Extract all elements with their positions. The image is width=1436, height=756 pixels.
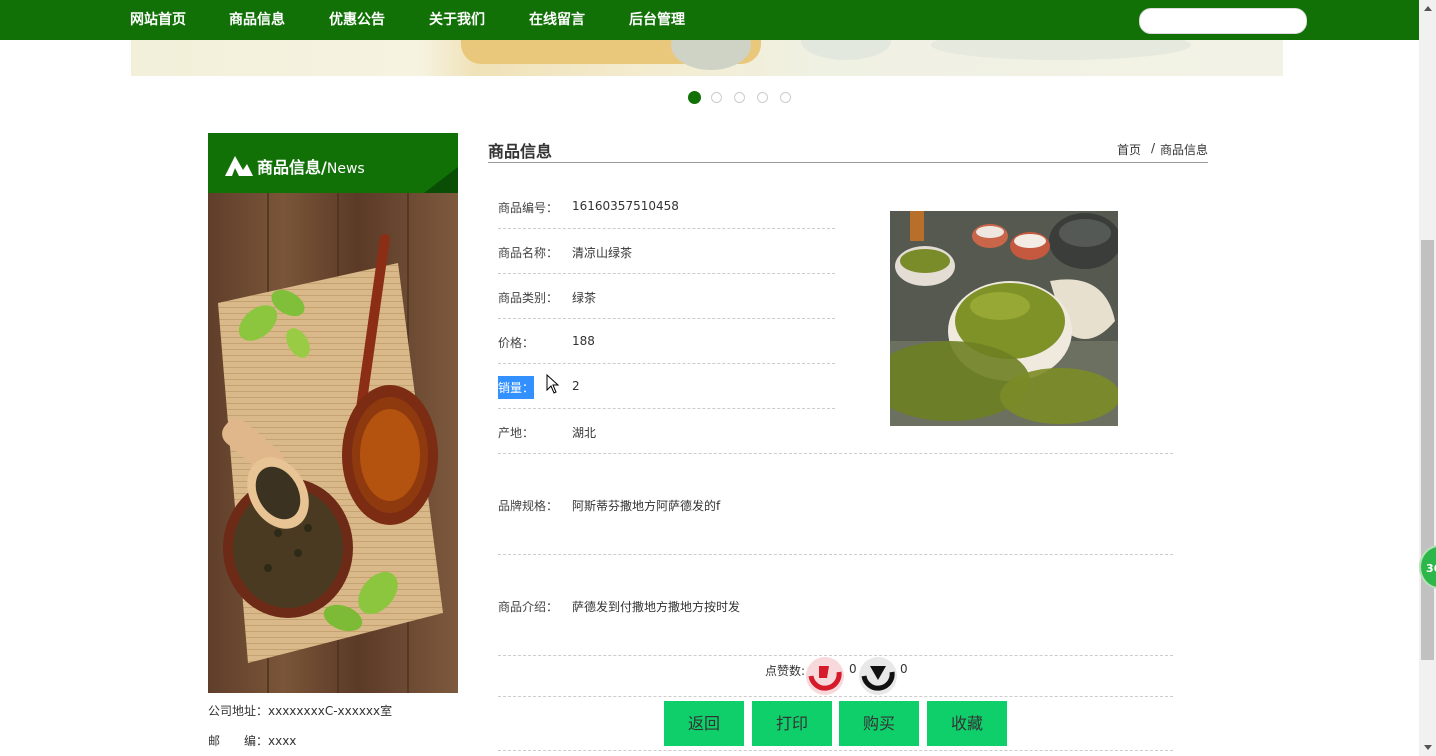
field-value-intro: 萨德发到付撒地方撒地方按时发	[572, 600, 741, 614]
sidebar-tea-image	[208, 193, 458, 693]
nav-about-us[interactable]: 关于我们	[429, 0, 485, 40]
scroll-up-arrow-icon[interactable]	[1424, 6, 1432, 11]
print-button[interactable]: 打印	[752, 701, 832, 746]
nav-admin[interactable]: 后台管理	[629, 0, 685, 40]
field-value-spec: 阿斯蒂芬撒地方阿萨德发的f	[572, 499, 721, 513]
likes-label: 点赞数:	[765, 664, 806, 678]
field-value-sales: 2	[572, 379, 580, 393]
field-label-product-name: 商品名称：	[498, 246, 559, 260]
field-value-price: 188	[572, 334, 595, 348]
slider-dot-2[interactable]	[711, 92, 722, 103]
breadcrumb-separator: /	[1151, 141, 1156, 155]
breadcrumb-home[interactable]: 首页	[1117, 141, 1141, 158]
scrollbar-thumb[interactable]	[1421, 240, 1434, 660]
sidebar-header: 商品信息/News	[208, 133, 458, 193]
thumbs-up-icon[interactable]	[805, 656, 845, 696]
scroll-down-arrow-icon[interactable]	[1424, 745, 1432, 750]
field-value-origin: 湖北	[572, 426, 597, 440]
buy-button[interactable]: 购买	[839, 701, 919, 746]
favorite-button[interactable]: 收藏	[927, 701, 1007, 746]
slider-dot-1[interactable]	[688, 91, 701, 104]
content-title: 商品信息	[488, 142, 553, 161]
banner-image	[131, 40, 1283, 76]
company-postcode: 邮 编：xxxx	[208, 734, 297, 748]
search-input[interactable]	[1139, 8, 1307, 34]
top-navigation-bar: 网站首页 商品信息 优惠公告 关于我们 在线留言 后台管理	[0, 0, 1419, 40]
field-value-category: 绿茶	[572, 291, 597, 305]
breadcrumb-current: 商品信息	[1160, 143, 1209, 157]
likes-down-count: 0	[900, 662, 908, 676]
mountain-logo-icon	[225, 156, 253, 176]
slider-dot-4[interactable]	[757, 92, 768, 103]
slider-dot-3[interactable]	[734, 92, 745, 103]
content-divider	[488, 162, 1208, 163]
field-label-origin: 产地：	[498, 426, 535, 440]
likes-up-count: 0	[849, 662, 857, 676]
field-label-category: 商品类别：	[498, 291, 559, 305]
back-button[interactable]: 返回	[664, 701, 744, 746]
nav-message-board[interactable]: 在线留言	[529, 0, 585, 40]
sidebar-title: 商品信息/News	[257, 158, 365, 177]
mouse-cursor-icon	[546, 374, 560, 394]
thumbs-down-icon[interactable]	[858, 656, 898, 696]
field-label-intro: 商品介绍：	[498, 600, 559, 614]
field-label-spec: 品牌规格：	[498, 499, 559, 513]
product-image	[890, 211, 1118, 426]
field-label-price: 价格：	[498, 336, 535, 350]
nav-home[interactable]: 网站首页	[130, 0, 186, 40]
field-value-product-id: 16160357510458	[572, 199, 679, 213]
nav-promotions[interactable]: 优惠公告	[329, 0, 385, 40]
field-label-sales: 销量：	[498, 376, 535, 399]
field-label-product-id: 商品编号：	[498, 201, 559, 215]
nav-products[interactable]: 商品信息	[229, 0, 285, 40]
slider-dot-5[interactable]	[780, 92, 791, 103]
company-address: 公司地址：xxxxxxxxC-xxxxxx室	[208, 704, 393, 718]
field-value-product-name: 清凉山绿茶	[572, 246, 633, 260]
